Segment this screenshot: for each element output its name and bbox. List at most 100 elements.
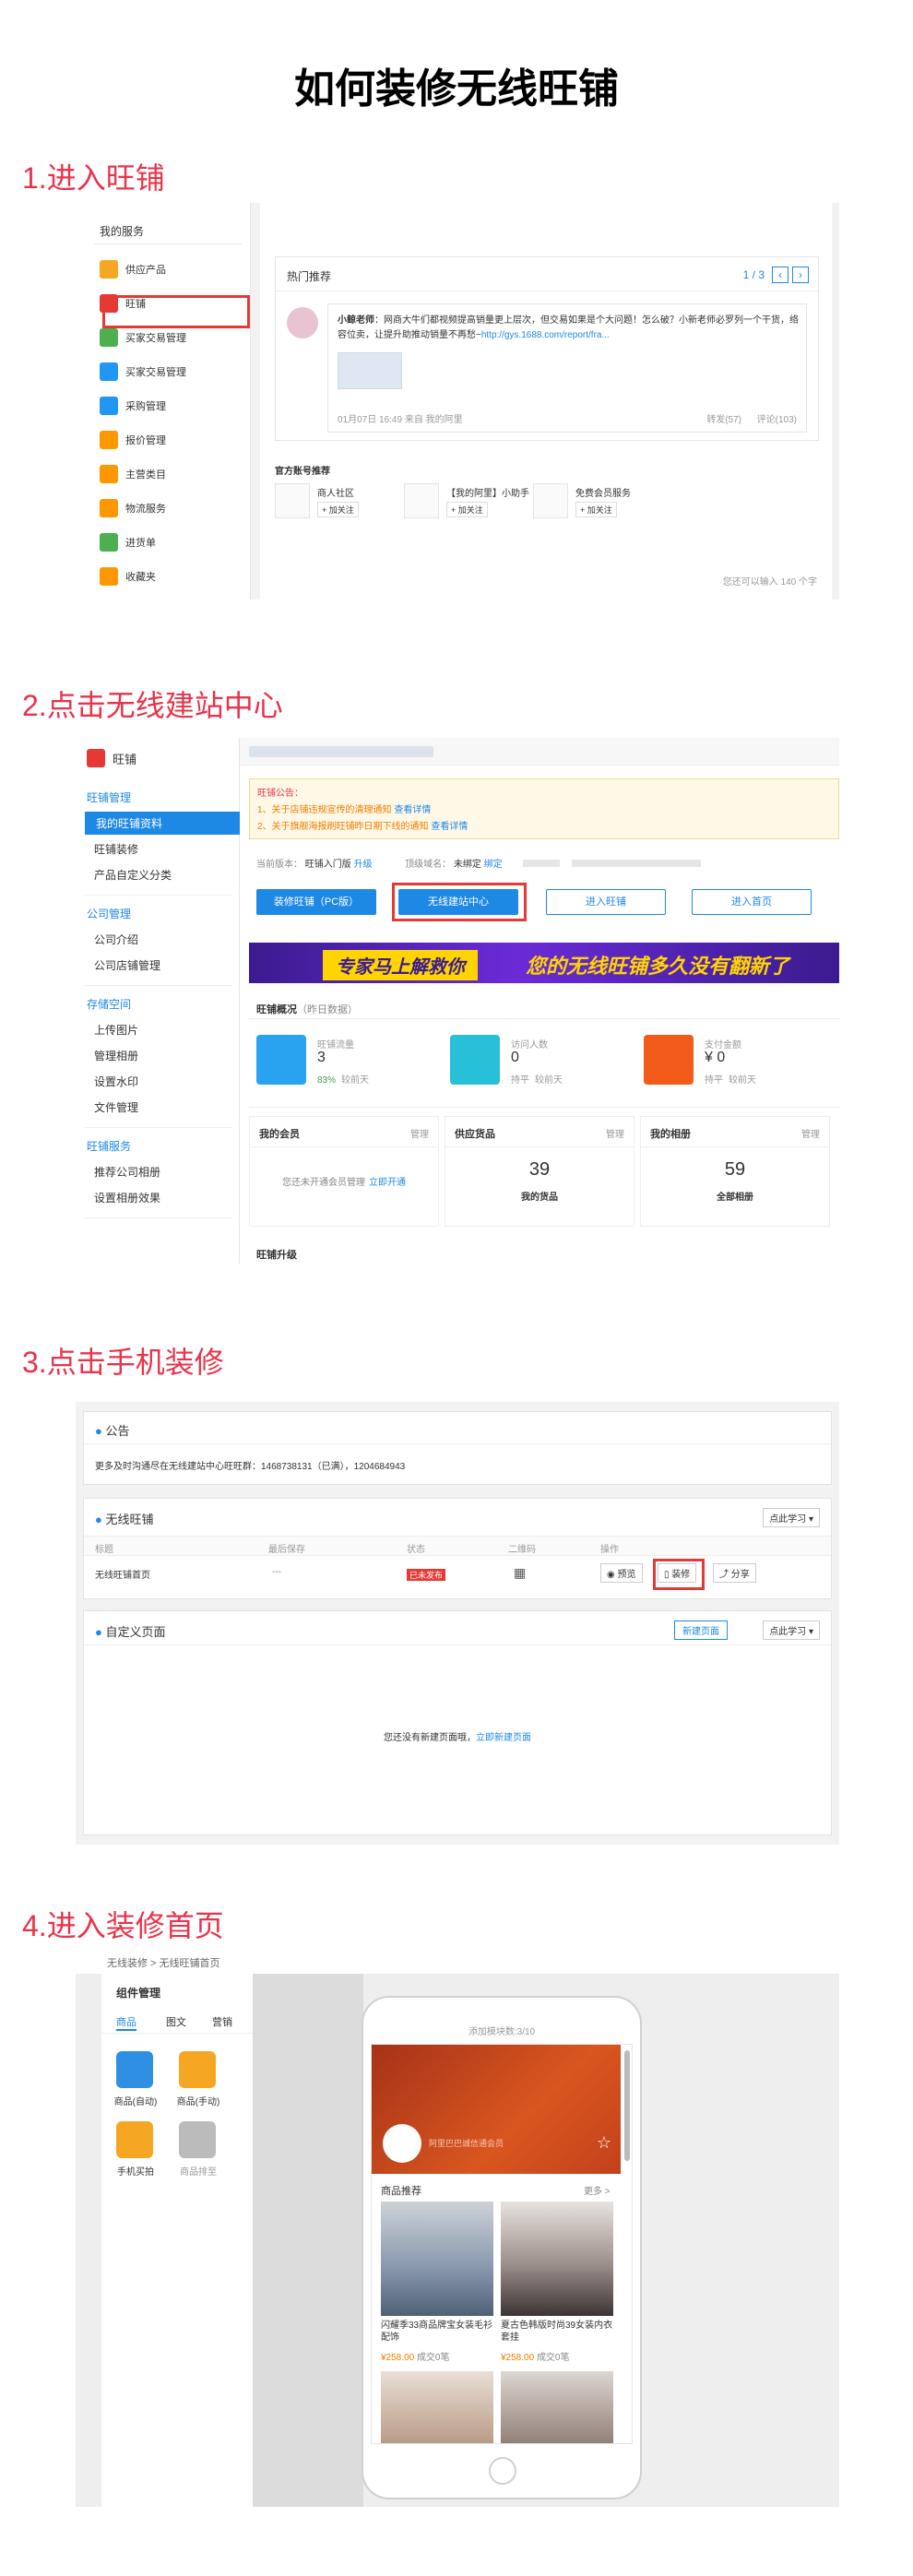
enter-home-button[interactable]: 进入首页	[692, 889, 812, 915]
preview-button[interactable]: ◉ 预览	[600, 1563, 643, 1583]
bind-link[interactable]: 绑定	[484, 860, 503, 870]
sidebar-item-label: 买家交易管理	[125, 367, 186, 378]
phone-screen: 阿里巴巴诚信通会员 ☆ 商品推荐 更多 > 闪耀季33商品牌宝女装毛衫配饰 夏古…	[371, 2044, 633, 2444]
qrcode-icon[interactable]: ▦	[514, 1565, 526, 1581]
product-image-3[interactable]	[381, 2371, 493, 2443]
upgrade-link[interactable]: 升级	[354, 860, 373, 870]
sidebar-item[interactable]: 买家交易管理	[100, 362, 186, 381]
stat-trend: 83%	[317, 1075, 337, 1086]
menu-item[interactable]: 设置水印	[94, 1074, 138, 1089]
product-name-2[interactable]: 夏古色韩版时尚39女装内衣套挂	[501, 2320, 613, 2344]
prev-page-button[interactable]: ‹	[772, 267, 788, 283]
component-icon[interactable]	[179, 2121, 216, 2158]
sidebar-item[interactable]: 供应产品	[100, 260, 166, 279]
menu-group-head[interactable]: 公司管理	[87, 906, 131, 921]
menu-item[interactable]: 公司介绍	[94, 932, 138, 947]
component-label: 手机买拍	[117, 2167, 154, 2178]
stat-value: 3	[317, 1050, 326, 1065]
decorate-pc-button[interactable]: 装修旺铺（PC版）	[256, 889, 376, 915]
menu-group-head[interactable]: 旺铺服务	[87, 1138, 131, 1154]
menu-item[interactable]: 公司店铺管理	[94, 957, 160, 973]
product-image-2[interactable]	[501, 2202, 613, 2316]
wireless-title: 无线旺铺	[105, 1513, 154, 1526]
col-qrcode: 二维码	[508, 1545, 536, 1555]
learn-select-2[interactable]: 点此学习 ▾	[763, 1620, 820, 1640]
component-icon[interactable]	[116, 2051, 153, 2088]
card-manage[interactable]: 管理	[801, 1126, 820, 1140]
menu-item[interactable]: 推荐公司相册	[94, 1164, 160, 1180]
tab-products[interactable]: 商品	[116, 2014, 136, 2029]
sidebar-item[interactable]: 买家交易管理	[100, 328, 186, 347]
menu-group-head[interactable]: 旺铺管理	[87, 789, 131, 805]
account-avatar[interactable]	[404, 483, 439, 518]
scrollbar[interactable]	[624, 2050, 630, 2161]
account-avatar[interactable]	[275, 483, 310, 518]
stat-icon	[256, 1035, 306, 1085]
overview-sub: （昨日数据）	[297, 1004, 358, 1015]
domain-value: 未绑定	[453, 860, 481, 870]
announcement-box: ● 公告 更多及时沟通尽在无线建站中心旺旺群：1468738131（已满），12…	[83, 1411, 832, 1485]
sidebar-item[interactable]: 采购管理	[100, 397, 166, 415]
tab-marketing[interactable]: 营销	[212, 2014, 232, 2029]
menu-item[interactable]: 管理相册	[94, 1048, 138, 1063]
sidebar-item-label: 物流服务	[125, 504, 166, 515]
card-manage[interactable]: 管理	[410, 1126, 429, 1140]
card-link[interactable]: 立即开通	[369, 1178, 406, 1188]
product-name-1[interactable]: 闪耀季33商品牌宝女装毛衫配饰	[381, 2320, 493, 2344]
panel-title: 组件管理	[116, 1987, 161, 2000]
create-page-link[interactable]: 立即新建页面	[476, 1733, 531, 1743]
sidebar-item[interactable]: 进货单	[100, 533, 156, 552]
upgrade-title: 旺铺升级	[256, 1250, 297, 1261]
comment-count[interactable]: 评论(103)	[757, 411, 797, 425]
learn-select[interactable]: 点此学习 ▾	[763, 1508, 820, 1527]
follow-button[interactable]: + 加关注	[446, 502, 488, 517]
post-thumbnail[interactable]	[338, 352, 402, 389]
card-number[interactable]: 59	[641, 1159, 829, 1181]
post-link[interactable]: http://gys.1688.com/report/fra...	[481, 330, 610, 340]
sidebar-item[interactable]: 报价管理	[100, 431, 166, 449]
card-sub: 我的货品	[521, 1193, 558, 1203]
account-name: 商人社区	[317, 489, 354, 499]
menu-group-head[interactable]: 存储空间	[87, 996, 131, 1012]
overview-title: 旺铺概况	[256, 1004, 297, 1015]
share-button[interactable]: ⤴ 分享	[713, 1563, 756, 1583]
component-icon[interactable]	[179, 2051, 216, 2088]
more-link[interactable]: 更多 >	[584, 2183, 611, 2197]
next-page-button[interactable]: ›	[792, 267, 809, 283]
menu-item[interactable]: 我的旺铺资料	[85, 812, 240, 835]
sidebar-item[interactable]: 收藏夹	[100, 567, 156, 586]
component-icon[interactable]	[116, 2121, 153, 2158]
share-count[interactable]: 转发(57)	[706, 411, 741, 425]
logistics-icon	[100, 499, 118, 517]
menu-item[interactable]: 旺铺装修	[94, 841, 138, 857]
star-icon[interactable]: ☆	[597, 2133, 611, 2153]
menu-item[interactable]: 设置相册效果	[94, 1190, 160, 1205]
notice-1-link[interactable]: 查看详情	[394, 805, 431, 815]
menu-item[interactable]: 文件管理	[94, 1099, 138, 1115]
new-page-button[interactable]: 新建页面	[674, 1620, 728, 1640]
notice-2-link[interactable]: 查看详情	[431, 822, 468, 832]
shop-logo[interactable]	[383, 2124, 421, 2163]
shop-banner[interactable]: 阿里巴巴诚信通会员 ☆	[372, 2045, 621, 2174]
col-saved: 最后保存	[268, 1545, 305, 1555]
custom-title: 自定义页面	[105, 1625, 166, 1639]
account-avatar[interactable]	[533, 483, 568, 518]
follow-button[interactable]: + 加关注	[575, 502, 617, 517]
card-number[interactable]: 39	[445, 1159, 634, 1181]
card-title: 我的会员	[259, 1129, 300, 1140]
sidebar-item[interactable]: 物流服务	[100, 499, 166, 517]
promo-banner[interactable]: 专家马上解救你 您的无线旺铺多久没有翻新了	[249, 943, 839, 983]
tab-graphics[interactable]: 图文	[166, 2014, 186, 2029]
post-author[interactable]: 小鲸老师	[338, 315, 374, 326]
version-label: 当前版本：	[256, 860, 302, 870]
product-image-4[interactable]	[501, 2371, 613, 2443]
menu-item[interactable]: 产品自定义分类	[94, 867, 172, 883]
blurred-account	[249, 746, 433, 757]
sidebar-item[interactable]: 主营类目	[100, 465, 166, 483]
enter-shop-button[interactable]: 进入旺铺	[546, 889, 666, 915]
card-manage[interactable]: 管理	[606, 1126, 624, 1140]
menu-item[interactable]: 上传图片	[94, 1022, 138, 1038]
avatar[interactable]	[287, 307, 318, 338]
product-image-1[interactable]	[381, 2202, 493, 2316]
follow-button[interactable]: + 加关注	[317, 502, 359, 517]
